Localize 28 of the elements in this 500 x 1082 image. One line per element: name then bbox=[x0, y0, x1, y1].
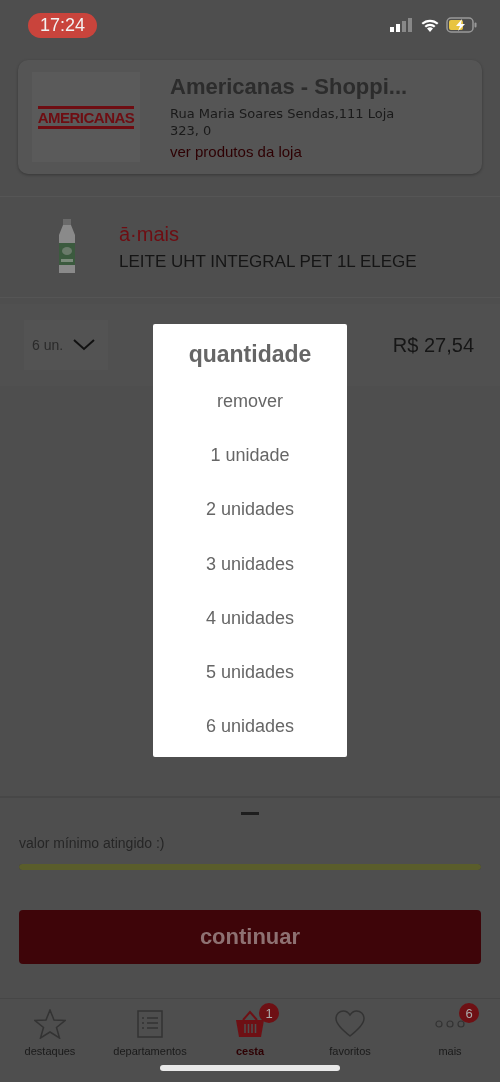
brand-logo: ā·mais bbox=[119, 222, 180, 246]
quantity-option[interactable]: 2 unidades bbox=[197, 482, 303, 537]
basket-icon bbox=[235, 1010, 265, 1038]
heart-icon bbox=[335, 1010, 365, 1038]
store-address: Rua Maria Soares Sendas,111 Loja 323, 0 bbox=[170, 106, 396, 139]
drag-handle[interactable] bbox=[241, 812, 259, 815]
more-dots-icon bbox=[435, 1019, 465, 1029]
quantity-option[interactable]: 1 unidade bbox=[202, 428, 298, 483]
quantity-option[interactable]: 6 unidades bbox=[197, 699, 303, 755]
count-badge: 6 bbox=[459, 1003, 479, 1023]
chevron-down-icon bbox=[73, 339, 96, 351]
status-time: 17:24 bbox=[28, 12, 98, 38]
quantity-option[interactable]: 5 unidades bbox=[197, 645, 303, 700]
battery-charging-icon bbox=[446, 17, 478, 33]
quantity-option[interactable]: remover bbox=[209, 374, 291, 429]
signal-icon bbox=[390, 18, 414, 32]
wifi-icon bbox=[420, 18, 440, 32]
count-badge: 1 bbox=[259, 1003, 279, 1023]
quantity-option[interactable]: 4 unidades bbox=[197, 591, 303, 646]
star-icon bbox=[34, 1009, 66, 1039]
tab-item[interactable]: 1 cesta bbox=[200, 999, 300, 1065]
dialog-title: quantidade bbox=[188, 339, 312, 369]
continue-button[interactable]: continuar bbox=[19, 910, 481, 964]
product-price: R$ 27,54 bbox=[392, 333, 474, 357]
quantity-option[interactable]: 3 unidades bbox=[197, 536, 303, 592]
store-logo: AMERICANAS bbox=[32, 72, 140, 162]
product-name: LEITE UHT INTEGRAL PET 1L ELEGE bbox=[119, 251, 417, 272]
list-icon bbox=[137, 1010, 163, 1038]
